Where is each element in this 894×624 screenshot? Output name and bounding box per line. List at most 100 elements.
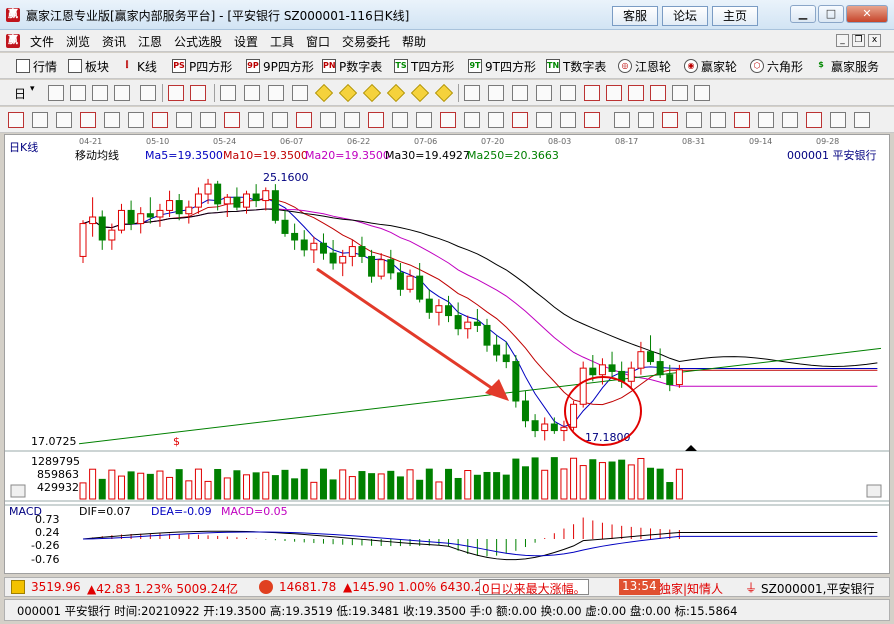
arc-tool-icon[interactable]: [200, 112, 216, 128]
print-icon[interactable]: [672, 85, 688, 101]
square-tool-icon[interactable]: [176, 112, 192, 128]
line-tool-icon[interactable]: [56, 112, 72, 128]
grid5-tool-icon[interactable]: [686, 112, 702, 128]
service-button[interactable]: 客服: [612, 6, 658, 26]
text-tool-icon[interactable]: [392, 112, 408, 128]
mark-tool-icon[interactable]: [440, 112, 456, 128]
ellipse-tool-icon[interactable]: [248, 112, 264, 128]
t-square-button[interactable]: TS T四方形: [394, 57, 454, 75]
hand-icon[interactable]: [464, 85, 480, 101]
diamond-icon-3[interactable]: [362, 83, 382, 103]
menu-tools[interactable]: 工具: [270, 33, 294, 50]
kline-button[interactable]: ⫿ K线: [120, 57, 157, 75]
kline-chart[interactable]: 04-21 05-10 05-24 06-07 06-22 07-06 07-20 08-03…: [5, 135, 889, 573]
last-page-icon[interactable]: [244, 85, 260, 101]
pattern-icon[interactable]: [536, 85, 552, 101]
mdi-minimize-icon[interactable]: _: [836, 34, 849, 47]
close-icon[interactable]: ✕: [846, 5, 888, 23]
signal-icon[interactable]: [560, 85, 576, 101]
mdi-close-icon[interactable]: x: [868, 34, 881, 47]
diamond-icon-5[interactable]: [410, 83, 430, 103]
period-select[interactable]: 日: [14, 85, 26, 102]
chart-panel[interactable]: 04-21 05-10 05-24 06-07 06-22 07-06 07-20 08-03…: [4, 134, 890, 574]
arrow-tool-icon[interactable]: [416, 112, 432, 128]
box-tool-icon[interactable]: [368, 112, 384, 128]
diamond-icon-1[interactable]: [314, 83, 334, 103]
news-headline[interactable]: 独家|知情人: [659, 580, 723, 597]
refresh-icon[interactable]: [168, 85, 184, 101]
cycle-tool-icon[interactable]: [296, 112, 312, 128]
menu-settings[interactable]: 设置: [234, 33, 258, 50]
diamond-icon-2[interactable]: [338, 83, 358, 103]
grid12-tool-icon[interactable]: [854, 112, 870, 128]
dollar-tool-icon[interactable]: [560, 112, 576, 128]
news-ticker[interactable]: 0日以来最大涨幅。: [479, 579, 589, 596]
forum-button[interactable]: 论坛: [662, 6, 708, 26]
menu-info[interactable]: 资讯: [102, 33, 126, 50]
grid2-tool-icon[interactable]: [614, 112, 630, 128]
report-icon[interactable]: [628, 85, 644, 101]
zoom-in-icon[interactable]: [48, 85, 64, 101]
maximize-icon[interactable]: □: [818, 5, 844, 23]
next-icon[interactable]: [292, 85, 308, 101]
grid1-tool-icon[interactable]: [584, 112, 600, 128]
sectors-button[interactable]: 板块: [68, 57, 109, 75]
parallel-tool-icon[interactable]: [128, 112, 144, 128]
mdi-restore-icon[interactable]: ❐: [852, 34, 865, 47]
9t-square-button[interactable]: 9T 9T四方形: [468, 57, 536, 75]
rect-tool-icon[interactable]: [272, 112, 288, 128]
fan-tool-icon[interactable]: [32, 112, 48, 128]
save-icon[interactable]: [650, 85, 666, 101]
quotes-button[interactable]: 行情: [16, 57, 57, 75]
price-tool-icon[interactable]: [464, 112, 480, 128]
t-number-button[interactable]: TN T数字表: [546, 57, 606, 75]
grid4-tool-icon[interactable]: [662, 112, 678, 128]
circle-tool-icon[interactable]: [224, 112, 240, 128]
diamond-icon-6[interactable]: [434, 83, 454, 103]
bar-style-icon[interactable]: [114, 85, 130, 101]
diamond-icon-4[interactable]: [386, 83, 406, 103]
angle-tool-icon[interactable]: [152, 112, 168, 128]
menu-trade[interactable]: 交易委托: [342, 33, 390, 50]
book-icon[interactable]: [694, 85, 710, 101]
gann-tool-icon[interactable]: [320, 112, 336, 128]
wave-tool-icon[interactable]: [344, 112, 360, 128]
9p-square-button[interactable]: 9P 9P四方形: [246, 57, 314, 75]
p-number-button[interactable]: PN P数字表: [322, 57, 382, 75]
first-page-icon[interactable]: [220, 85, 236, 101]
menu-file[interactable]: 文件: [30, 33, 54, 50]
cal-tool-icon[interactable]: [512, 112, 528, 128]
winner-wheel-button[interactable]: ◉ 赢家轮: [684, 57, 737, 75]
time-tool-icon[interactable]: [488, 112, 504, 128]
homepage-button[interactable]: 主页: [712, 6, 758, 26]
winner-service-button[interactable]: $ 赢家服务: [814, 57, 879, 75]
crosshair-icon[interactable]: [488, 85, 504, 101]
grid10-tool-icon[interactable]: [806, 112, 822, 128]
fibo-tool-icon[interactable]: [8, 112, 24, 128]
calendar-icon[interactable]: [584, 85, 600, 101]
grid6-tool-icon[interactable]: [710, 112, 726, 128]
ray-tool-icon[interactable]: [80, 112, 96, 128]
grid9-tool-icon[interactable]: [782, 112, 798, 128]
calc-icon[interactable]: [606, 85, 622, 101]
zoom-out-icon[interactable]: [70, 85, 86, 101]
grid8-tool-icon[interactable]: [758, 112, 774, 128]
pct-tool-icon[interactable]: [536, 112, 552, 128]
chart-style-icon[interactable]: [92, 85, 108, 101]
channel-tool-icon[interactable]: [104, 112, 120, 128]
hexagon-button[interactable]: ⬡ 六角形: [750, 57, 803, 75]
collapse-down-icon[interactable]: [866, 484, 882, 498]
chevron-down-icon[interactable]: ▾: [30, 84, 35, 94]
minimize-icon[interactable]: ▁: [790, 5, 816, 23]
collapse-up-icon[interactable]: [10, 484, 26, 498]
gann-wheel-button[interactable]: ◎ 江恩轮: [618, 57, 671, 75]
menu-gann[interactable]: 江恩: [138, 33, 162, 50]
prev-icon[interactable]: [268, 85, 284, 101]
menu-window[interactable]: 窗口: [306, 33, 330, 50]
grid11-tool-icon[interactable]: [830, 112, 846, 128]
candle-style-icon[interactable]: [140, 85, 156, 101]
line-tool-icon[interactable]: [512, 85, 528, 101]
menu-formula[interactable]: 公式选股: [174, 33, 222, 50]
menu-help[interactable]: 帮助: [402, 33, 426, 50]
grid7-tool-icon[interactable]: [734, 112, 750, 128]
